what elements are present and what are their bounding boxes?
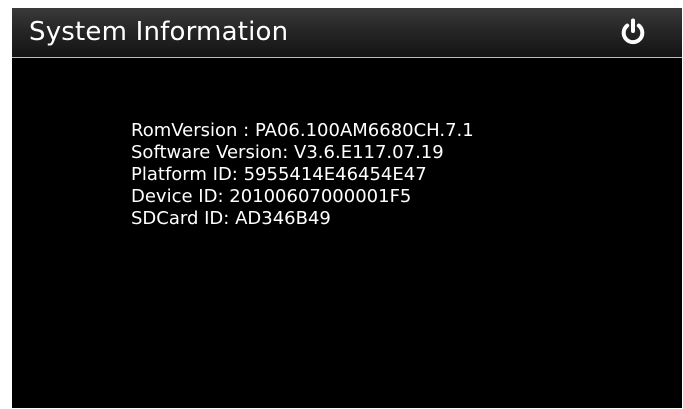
- system-info-list: RomVersion : PA06.100AM6680CH.7.1 Softwa…: [131, 120, 474, 230]
- title-bar: System Information: [12, 8, 682, 58]
- sdcard-id-text: SDCard ID: AD346B49: [131, 208, 331, 229]
- page-title: System Information: [29, 17, 289, 47]
- software-version-text: Software Version: V3.6.E117.07.19: [131, 142, 444, 163]
- rom-version-text: RomVersion : PA06.100AM6680CH.7.1: [131, 120, 474, 141]
- power-button[interactable]: [618, 17, 648, 47]
- device-screen: System Information RomVersion : PA06.100…: [12, 8, 682, 408]
- platform-id-text: Platform ID: 5955414E46454E47: [131, 164, 427, 185]
- power-icon: [621, 18, 645, 45]
- device-id-text: Device ID: 20100607000001F5: [131, 186, 412, 207]
